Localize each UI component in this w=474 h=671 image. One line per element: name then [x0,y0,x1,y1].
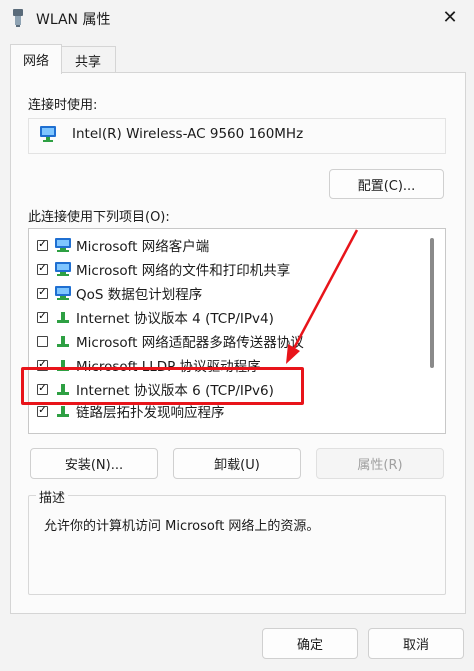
list-item[interactable]: Microsoft 网络客户端 [29,233,429,257]
ok-button[interactable]: 确定 [262,628,358,659]
list-item[interactable]: Microsoft 网络适配器多路传送器协议 [29,329,429,353]
close-icon: ✕ [442,6,458,28]
protocol-icon [54,403,72,419]
item-checkbox[interactable] [37,405,48,417]
list-item[interactable]: QoS 数据包计划程序 [29,281,429,305]
install-button[interactable]: 安装(N)... [30,448,158,479]
description-group [28,495,446,595]
protocol-icon [54,309,72,325]
list-item[interactable]: Microsoft 网络的文件和打印机共享 [29,257,429,281]
configure-button[interactable]: 配置(C)... [329,169,444,199]
connect-using-label: 连接时使用: [28,98,98,113]
item-checkbox[interactable] [37,239,48,251]
tab-label: 共享 [74,54,101,70]
properties-button[interactable]: 属性(R) [316,448,444,479]
adapter-name: Intel(R) Wireless-AC 9560 160MHz [72,126,304,142]
file-printer-sharing-icon [54,261,72,277]
configure-button-label: 配置(C)... [357,178,416,194]
list-item[interactable]: Internet 协议版本 4 (TCP/IPv4) [29,305,429,329]
item-checkbox[interactable] [37,287,48,299]
title-bar: WLAN 属性 ✕ [0,0,474,36]
item-label: Microsoft 网络的文件和打印机共享 [76,263,291,279]
item-label: Internet 协议版本 4 (TCP/IPv4) [76,311,274,327]
uninstall-button[interactable]: 卸载(U) [173,448,301,479]
highlight-box [21,367,304,405]
protocol-icon [54,333,72,349]
ok-button-label: 确定 [296,638,323,653]
network-adapter-icon [9,8,27,28]
window-title: WLAN 属性 [36,12,111,28]
item-checkbox[interactable] [37,335,48,347]
qos-scheduler-icon [54,285,72,301]
item-label: Microsoft 网络适配器多路传送器协议 [76,335,304,351]
items-section-label: 此连接使用下列项目(O): [28,210,170,225]
tab-sharing[interactable]: 共享 [60,46,116,73]
item-checkbox[interactable] [37,311,48,323]
tab-label: 网络 [22,54,49,69]
description-legend: 描述 [36,487,69,506]
item-label: QoS 数据包计划程序 [76,287,203,303]
description-text: 允许你的计算机访问 Microsoft 网络上的资源。 [44,519,320,534]
install-button-label: 安装(N)... [64,458,124,473]
item-checkbox[interactable] [37,263,48,275]
properties-button-label: 属性(R) [357,458,403,473]
list-scrollbar[interactable] [430,238,434,368]
close-button[interactable]: ✕ [426,0,474,34]
cancel-button[interactable]: 取消 [368,628,464,659]
adapter-icon [38,125,58,147]
uninstall-button-label: 卸载(U) [214,458,260,473]
item-label: Microsoft 网络客户端 [76,239,210,255]
tab-network[interactable]: 网络 [10,44,62,74]
cancel-button-label: 取消 [402,638,429,653]
network-client-icon [54,237,72,253]
